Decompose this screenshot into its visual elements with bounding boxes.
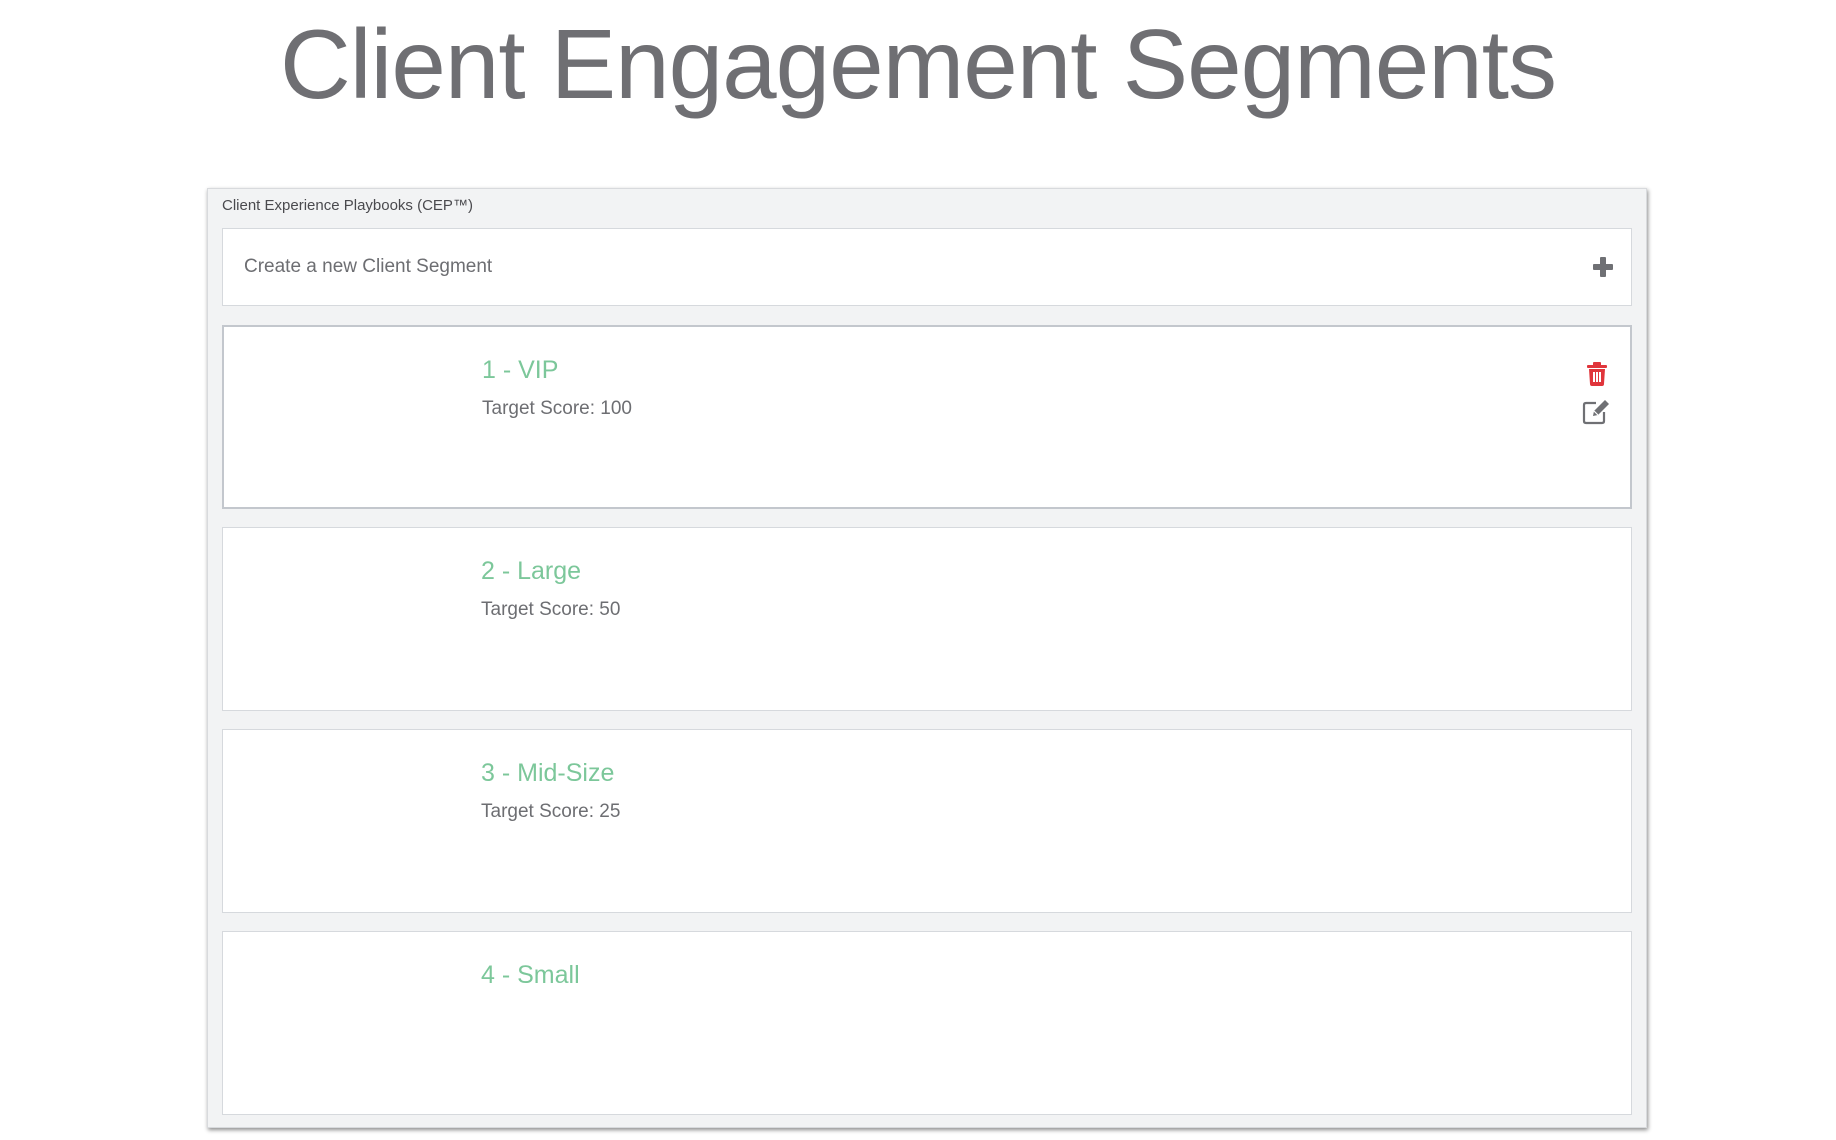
plus-icon[interactable] — [1593, 257, 1613, 277]
segment-card-mid-size[interactable]: 3 - Mid-Size Target Score: 25 — [222, 729, 1632, 913]
trash-icon[interactable] — [1586, 362, 1608, 386]
segment-card-vip[interactable]: 1 - VIP Target Score: 100 — [222, 325, 1632, 509]
page-title: Client Engagement Segments — [280, 9, 1557, 119]
segment-target-score: Target Score: 50 — [481, 599, 621, 620]
create-segment-button[interactable]: Create a new Client Segment — [222, 228, 1632, 306]
segment-target-score: Target Score: 100 — [482, 398, 632, 419]
segment-name[interactable]: 4 - Small — [481, 961, 580, 990]
segment-name[interactable]: 1 - VIP — [482, 356, 558, 385]
segment-card-large[interactable]: 2 - Large Target Score: 50 — [222, 527, 1632, 711]
create-segment-label: Create a new Client Segment — [244, 256, 493, 277]
segment-name[interactable]: 3 - Mid-Size — [481, 759, 614, 788]
segment-name[interactable]: 2 - Large — [481, 557, 581, 586]
segment-target-score: Target Score: 25 — [481, 801, 621, 822]
panel-label: Client Experience Playbooks (CEP™) — [222, 197, 473, 214]
segment-card-small[interactable]: 4 - Small — [222, 931, 1632, 1115]
edit-icon[interactable] — [1582, 399, 1610, 425]
segments-panel: Client Experience Playbooks (CEP™) Creat… — [207, 188, 1647, 1128]
